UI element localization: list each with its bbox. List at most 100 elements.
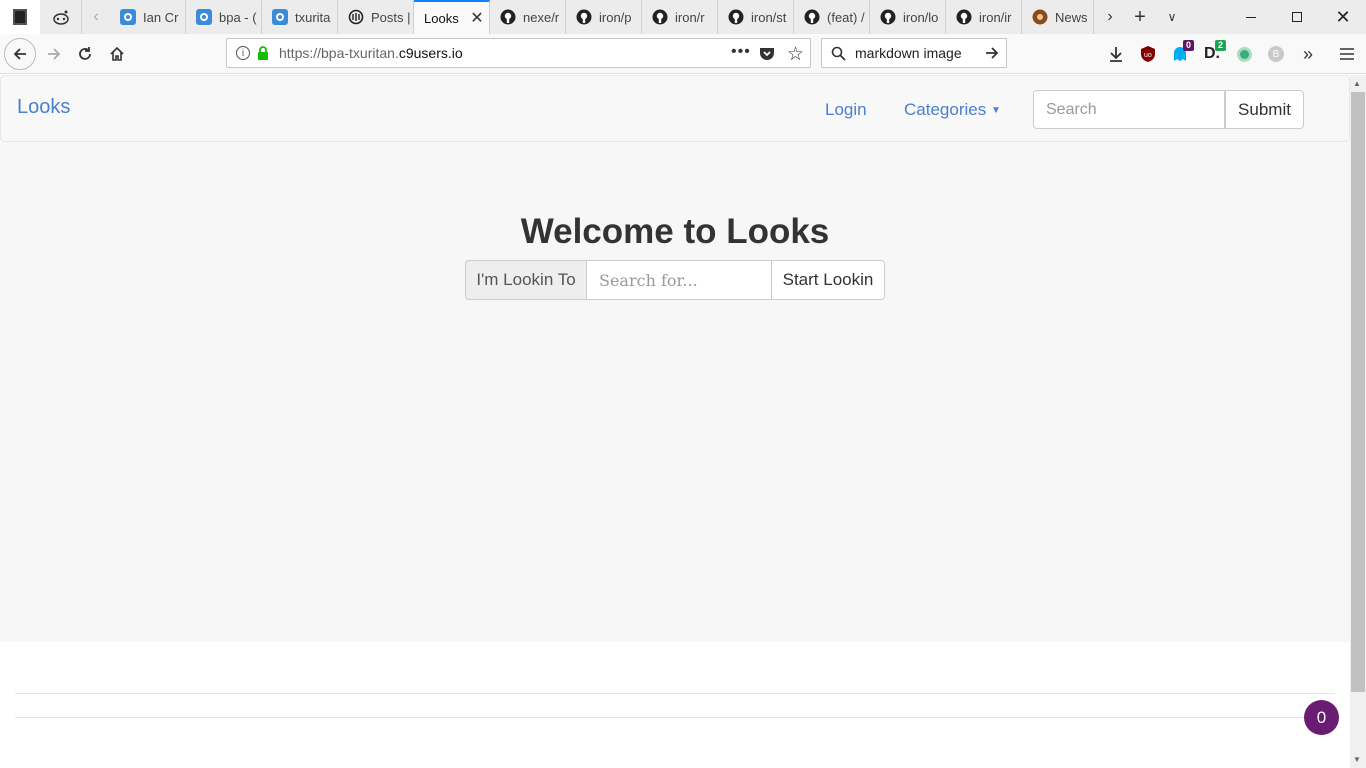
reload-button[interactable] bbox=[69, 38, 101, 70]
chat-widget-button[interactable]: 0 bbox=[1304, 700, 1339, 735]
ghost-icon bbox=[348, 9, 364, 25]
cloud9-icon bbox=[272, 9, 288, 25]
caret-down-icon: ▼ bbox=[990, 105, 1001, 117]
ghostery-badge: 0 bbox=[1182, 40, 1194, 51]
github-icon bbox=[804, 9, 820, 25]
nav-submit-button[interactable]: Submit bbox=[1225, 90, 1304, 129]
chevron-right-icon: › bbox=[1107, 8, 1113, 25]
tab-label: txurita bbox=[295, 9, 331, 25]
pocket-icon[interactable] bbox=[759, 46, 775, 61]
hero-title: Welcome to Looks bbox=[520, 212, 830, 251]
url-domain: c9users.io bbox=[398, 45, 463, 61]
pinned-tab-reddit[interactable] bbox=[40, 0, 82, 34]
tab-label: Looks bbox=[424, 10, 459, 26]
dashlane-button[interactable]: D. 2 bbox=[1198, 38, 1226, 70]
reddit-icon bbox=[52, 10, 69, 25]
search-bar[interactable]: markdown image bbox=[821, 38, 1007, 68]
tab[interactable]: Posts | bbox=[338, 0, 414, 34]
github-icon bbox=[956, 9, 972, 25]
footer-divider bbox=[15, 693, 1335, 694]
tab[interactable]: News bbox=[1022, 0, 1094, 34]
search-icon bbox=[831, 46, 846, 61]
site-brand[interactable]: Looks bbox=[17, 96, 70, 119]
github-icon bbox=[576, 9, 592, 25]
double-chevron-icon: » bbox=[1302, 43, 1313, 64]
url-prefix: https://bpa-txuritan. bbox=[279, 45, 399, 61]
tab-label: bpa - ( bbox=[219, 9, 257, 25]
scroll-tabs-right-button[interactable]: › bbox=[1097, 0, 1123, 34]
categories-dropdown[interactable]: Categories ▼ bbox=[904, 100, 1001, 120]
tab[interactable]: iron/p bbox=[566, 0, 642, 34]
github-icon bbox=[500, 9, 516, 25]
home-icon bbox=[110, 46, 124, 61]
hero-search-group: I'm Lookin To Search for... Start Lookin bbox=[465, 260, 885, 300]
site-navbar: Looks Login Categories ▼ Search Submit bbox=[0, 75, 1350, 142]
hero-input-addon: I'm Lookin To bbox=[465, 260, 587, 300]
tab-bar: ‹ Ian Cr bpa - (txurita Posts | Looks ✕ nexe/… bbox=[0, 0, 1366, 34]
info-icon[interactable]: i bbox=[236, 46, 250, 60]
ublock-button[interactable]: uo bbox=[1134, 38, 1162, 70]
scroll-tabs-left-button[interactable]: ‹ bbox=[84, 0, 108, 34]
tab[interactable]: iron/lo bbox=[870, 0, 946, 34]
start-lookin-button[interactable]: Start Lookin bbox=[771, 260, 885, 300]
tab[interactable]: nexe/r bbox=[490, 0, 566, 34]
tab-label: (feat) / bbox=[827, 9, 865, 25]
ublock-icon: uo bbox=[1141, 46, 1155, 62]
login-link[interactable]: Login bbox=[825, 100, 867, 120]
close-icon: ✕ bbox=[1335, 6, 1351, 27]
ghostery-button[interactable]: 0 bbox=[1166, 38, 1194, 70]
page-scrollbar[interactable]: ▲ ▼ bbox=[1350, 75, 1366, 768]
page-actions-icon[interactable]: ••• bbox=[731, 43, 751, 61]
arrow-right-icon bbox=[48, 48, 61, 60]
plus-icon: + bbox=[1134, 5, 1146, 28]
back-button[interactable] bbox=[4, 38, 36, 70]
restore-button[interactable] bbox=[1274, 0, 1320, 34]
downloads-button[interactable] bbox=[1102, 38, 1130, 70]
tab-label: Posts | bbox=[371, 9, 411, 25]
overflow-menu-button[interactable]: » bbox=[1294, 38, 1322, 70]
scroll-down-arrow[interactable]: ▼ bbox=[1353, 755, 1361, 764]
extension-b-button[interactable]: B bbox=[1262, 38, 1290, 70]
tab[interactable]: (feat) / bbox=[794, 0, 870, 34]
github-icon bbox=[652, 9, 668, 25]
minimize-button[interactable] bbox=[1228, 0, 1274, 34]
arrow-left-icon bbox=[13, 48, 26, 60]
nav-search-input[interactable]: Search bbox=[1033, 90, 1225, 129]
hero-search-input[interactable]: Search for... bbox=[587, 260, 771, 300]
extension-green-button[interactable] bbox=[1230, 38, 1258, 70]
tab-label: iron/ir bbox=[979, 9, 1012, 25]
rust-icon bbox=[1032, 9, 1048, 25]
download-icon bbox=[1110, 47, 1122, 62]
tab[interactable]: Ian Cr bbox=[110, 0, 186, 34]
tab[interactable]: iron/ir bbox=[946, 0, 1022, 34]
scroll-up-arrow[interactable]: ▲ bbox=[1353, 79, 1361, 88]
scrollbar-thumb[interactable] bbox=[1351, 92, 1365, 692]
url-bar[interactable]: i https://bpa-txuritan. c9users.io ••• ☆ bbox=[226, 38, 811, 68]
tab[interactable]: iron/st bbox=[718, 0, 794, 34]
close-tab-icon[interactable]: ✕ bbox=[465, 8, 489, 28]
home-button[interactable] bbox=[101, 38, 133, 70]
tab-label: iron/lo bbox=[903, 9, 939, 25]
cloud9-icon bbox=[196, 9, 212, 25]
tab-label: Ian Cr bbox=[143, 9, 179, 25]
tab-label: iron/st bbox=[751, 9, 787, 25]
tab-label: iron/p bbox=[599, 9, 632, 25]
app-icon bbox=[13, 9, 27, 25]
go-arrow-icon[interactable] bbox=[984, 45, 1000, 61]
bookmark-star-icon[interactable]: ☆ bbox=[787, 43, 804, 66]
hamburger-menu-button[interactable] bbox=[1333, 38, 1361, 70]
tab[interactable]: Looks ✕ bbox=[414, 0, 490, 34]
b-icon: B bbox=[1268, 46, 1284, 62]
close-window-button[interactable]: ✕ bbox=[1320, 0, 1366, 34]
chevron-down-icon: ∨ bbox=[1167, 10, 1177, 24]
tab[interactable]: iron/r bbox=[642, 0, 718, 34]
tab[interactable]: bpa - ( bbox=[186, 0, 262, 34]
forward-button[interactable] bbox=[38, 38, 70, 70]
list-all-tabs-button[interactable]: ∨ bbox=[1158, 0, 1186, 34]
new-tab-button[interactable]: + bbox=[1126, 0, 1154, 34]
lock-icon[interactable] bbox=[257, 46, 269, 60]
svg-text:uo: uo bbox=[1144, 52, 1152, 59]
extension-circle-icon bbox=[1236, 46, 1252, 62]
pinned-tab[interactable] bbox=[0, 0, 40, 34]
tab[interactable]: txurita bbox=[262, 0, 338, 34]
